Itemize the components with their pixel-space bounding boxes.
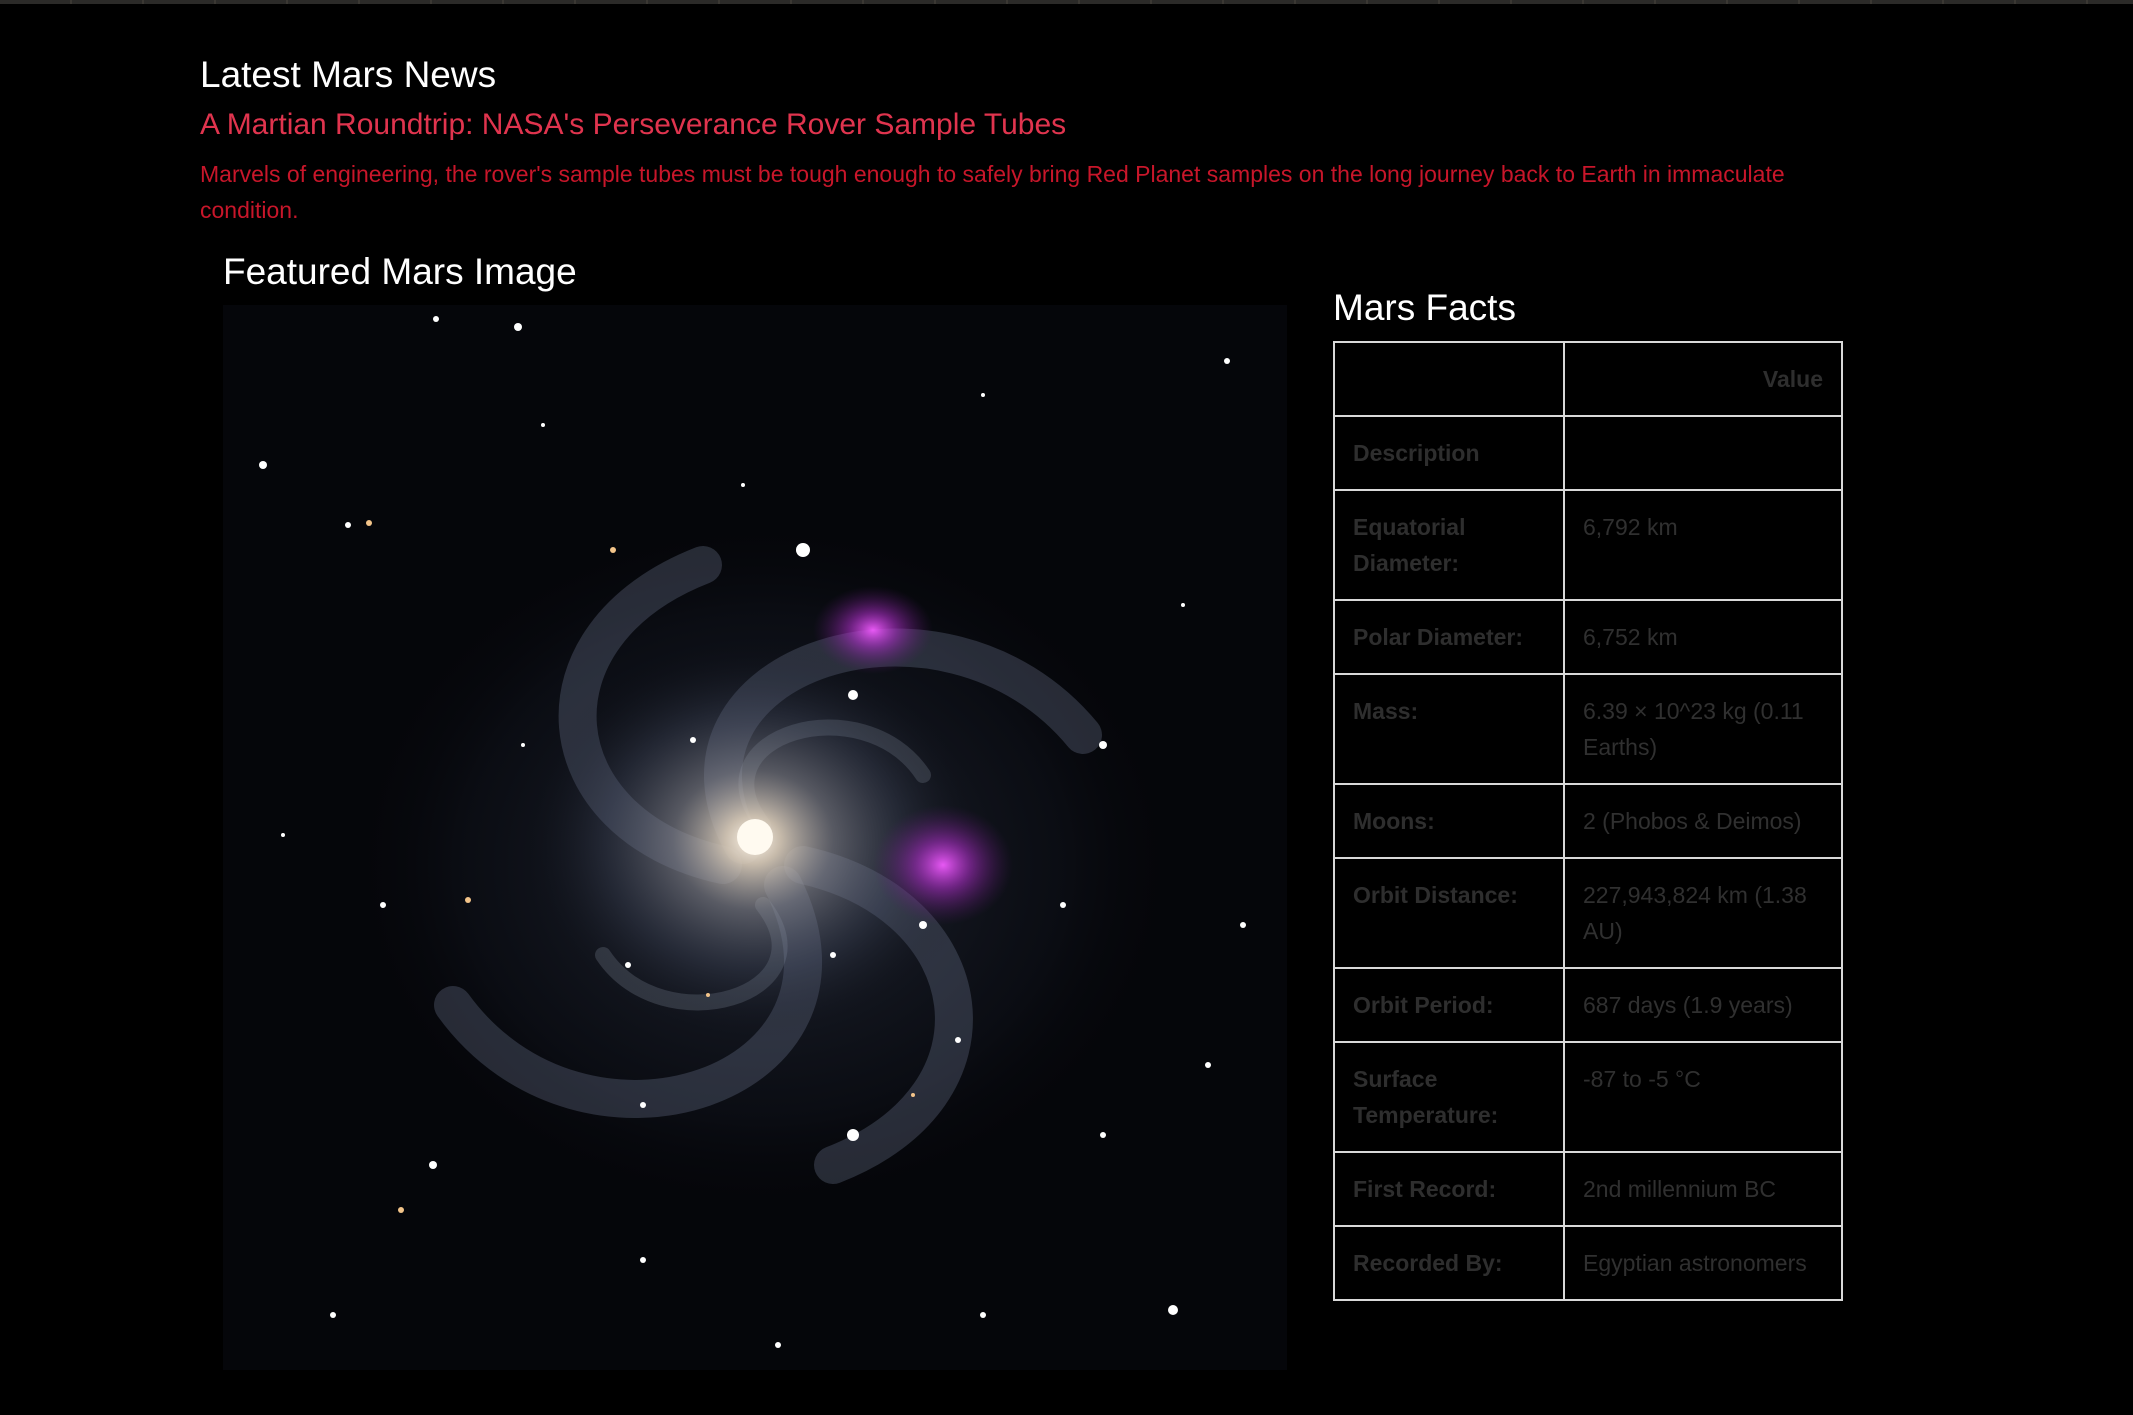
table-row: Orbit Period: 687 days (1.9 years) [1333,967,1843,1043]
fact-value: 6.39 × 10^23 kg (0.11 Earths) [1563,673,1843,785]
table-row: Surface Temperature: -87 to -5 °C [1333,1041,1843,1153]
fact-value [1563,415,1843,491]
fact-label: Orbit Distance: [1333,857,1565,969]
column-header-label [1333,341,1565,417]
fact-label: Mass: [1333,673,1565,785]
fact-value: 6,792 km [1563,489,1843,601]
featured-image[interactable] [223,305,1287,1370]
table-row: Recorded By: Egyptian astronomers [1333,1225,1843,1301]
table-row: First Record: 2nd millennium BC [1333,1151,1843,1227]
table-header-row: Value [1333,341,1843,417]
fact-value: -87 to -5 °C [1563,1041,1843,1153]
news-teaser: Marvels of engineering, the rover's samp… [200,161,1785,223]
fact-value: 2nd millennium BC [1563,1151,1843,1227]
fact-label: Equatorial Diameter: [1333,489,1565,601]
fact-label: Surface Temperature: [1333,1041,1565,1153]
fact-label: Moons: [1333,783,1565,859]
fact-value: Egyptian astronomers [1563,1225,1843,1301]
fact-label: Orbit Period: [1333,967,1565,1043]
table-row: Description [1333,415,1843,491]
news-heading: Latest Mars News [200,54,497,95]
fact-value: 687 days (1.9 years) [1563,967,1843,1043]
table-row: Mass: 6.39 × 10^23 kg (0.11 Earths) [1333,673,1843,785]
fact-label: Polar Diameter: [1333,599,1565,675]
facts-heading: Mars Facts [1333,287,1516,328]
table-row: Polar Diameter: 6,752 km [1333,599,1843,675]
fact-label: Description [1333,415,1565,491]
featured-image-heading: Featured Mars Image [223,251,577,292]
fact-value: 2 (Phobos & Deimos) [1563,783,1843,859]
fact-label: Recorded By: [1333,1225,1565,1301]
galaxy-image [223,305,1287,1370]
table-row: Moons: 2 (Phobos & Deimos) [1333,783,1843,859]
fact-value: 227,943,824 km (1.38 AU) [1563,857,1843,969]
mars-page: Latest Mars News A Martian Roundtrip: NA… [0,0,2133,1415]
table-row: Equatorial Diameter: 6,792 km [1333,489,1843,601]
news-title-link[interactable]: A Martian Roundtrip: NASA's Perseverance… [200,108,1066,142]
table-row: Orbit Distance: 227,943,824 km (1.38 AU) [1333,857,1843,969]
fact-label: First Record: [1333,1151,1565,1227]
column-header-value: Value [1563,341,1843,417]
fact-value: 6,752 km [1563,599,1843,675]
mars-facts-table: Value Description Equatorial Diameter: 6… [1333,341,1843,1301]
